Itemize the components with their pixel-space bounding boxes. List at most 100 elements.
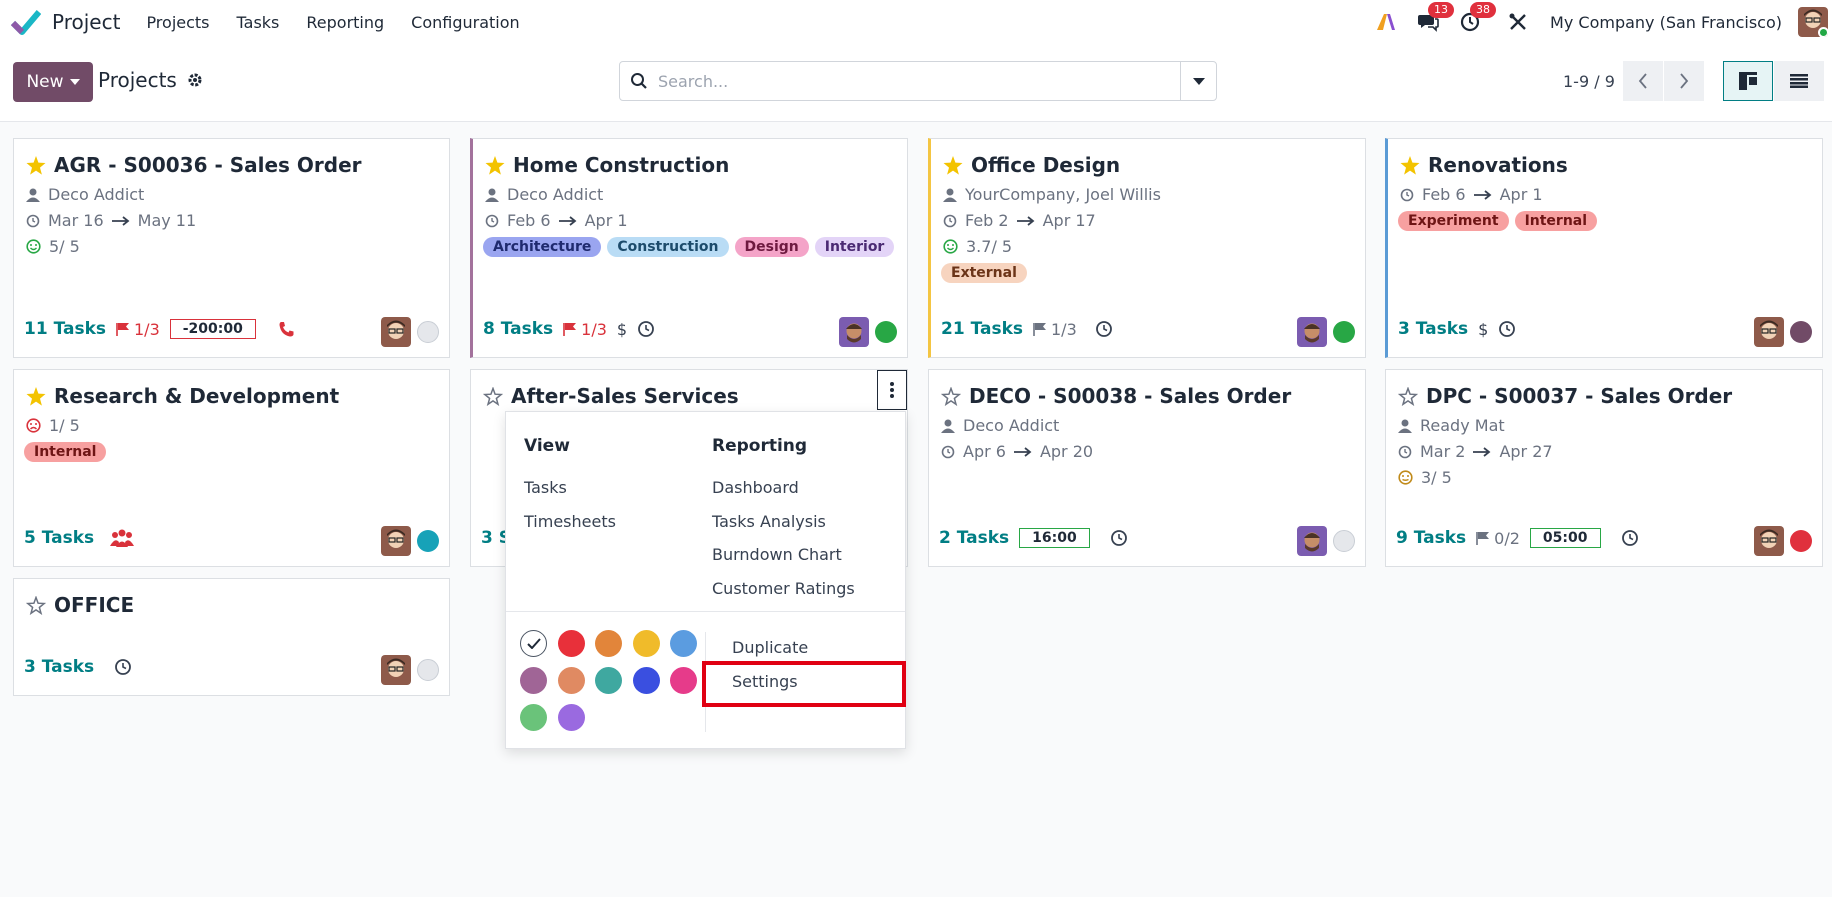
tasks-count-link[interactable]: 8 Tasks [483, 319, 553, 339]
tag-badge: Internal [24, 442, 107, 462]
status-dot-green[interactable] [1333, 321, 1355, 343]
project-card[interactable]: OFFICE 3 Tasks [13, 578, 450, 696]
pager-value[interactable]: 1-9 / 9 [1563, 72, 1615, 91]
color-swatch-none[interactable] [520, 630, 547, 657]
user-avatar[interactable] [381, 526, 411, 556]
status-dot-green[interactable] [875, 321, 897, 343]
star-filled-icon[interactable] [26, 155, 46, 175]
debug-tools-icon[interactable] [1504, 8, 1532, 36]
star-filled-icon[interactable] [485, 155, 505, 175]
duplicate-action[interactable]: Duplicate [732, 638, 808, 657]
list-view-button[interactable] [1774, 61, 1824, 101]
tasks-count-link[interactable]: 11 Tasks [24, 319, 106, 339]
color-swatch-purple[interactable] [520, 667, 547, 694]
status-dot-grey[interactable] [1333, 530, 1355, 552]
star-filled-icon[interactable] [26, 386, 46, 406]
view-timesheets-item[interactable]: Timesheets [524, 512, 616, 531]
clock-icon[interactable] [1621, 529, 1639, 547]
star-outline-icon[interactable] [1398, 386, 1418, 406]
color-swatch-red[interactable] [558, 630, 585, 657]
reporting-tasks-analysis-item[interactable]: Tasks Analysis [712, 512, 826, 531]
card-menu-button[interactable] [877, 370, 907, 410]
menu-tasks[interactable]: Tasks [237, 13, 280, 32]
clock-icon[interactable] [1110, 529, 1128, 547]
clock-icon[interactable] [1095, 320, 1113, 338]
company-switcher[interactable]: My Company (San Francisco) [1550, 13, 1782, 32]
user-avatar[interactable] [381, 655, 411, 685]
app-name[interactable]: Project [52, 10, 120, 34]
arrow-right-icon [111, 215, 130, 226]
users-icon[interactable] [110, 528, 135, 548]
clock-icon[interactable] [637, 320, 655, 338]
user-avatar[interactable] [1297, 317, 1327, 347]
menu-projects[interactable]: Projects [146, 13, 209, 32]
project-card[interactable]: DECO - S00038 - Sales Order Deco Addict … [928, 369, 1366, 567]
control-panel: New Projects 1-9 / 9 [0, 44, 1832, 122]
color-swatch-green[interactable] [520, 704, 547, 731]
star-filled-icon[interactable] [1400, 155, 1420, 175]
user-avatar[interactable] [839, 317, 869, 347]
gear-icon[interactable] [187, 72, 203, 88]
new-button[interactable]: New [13, 62, 93, 102]
frown-icon [26, 418, 41, 433]
search-options-toggle[interactable] [1180, 62, 1216, 100]
color-swatch-raspberry[interactable] [670, 667, 697, 694]
ai-icon[interactable] [1372, 8, 1400, 36]
color-swatch-salmon[interactable] [558, 667, 585, 694]
tasks-count-link[interactable]: 9 Tasks [1396, 528, 1466, 548]
activities-icon[interactable]: 38 [1456, 2, 1497, 36]
project-title: Home Construction [513, 153, 730, 177]
tasks-count-link[interactable]: 2 Tasks [939, 528, 1009, 548]
user-avatar[interactable] [1754, 526, 1784, 556]
status-dot-teal[interactable] [417, 530, 439, 552]
user-avatar[interactable] [1297, 526, 1327, 556]
status-dot-grey[interactable] [417, 321, 439, 343]
reporting-burndown-item[interactable]: Burndown Chart [712, 545, 842, 564]
reporting-customer-ratings-item[interactable]: Customer Ratings [712, 579, 855, 598]
user-avatar[interactable] [1754, 317, 1784, 347]
user-avatar[interactable] [381, 317, 411, 347]
tag-badge: Interior [814, 237, 895, 257]
project-card[interactable]: DPC - S00037 - Sales Order Ready Mat Mar… [1385, 369, 1823, 567]
project-card[interactable]: Home Construction Deco Addict Feb 6 Apr … [470, 138, 908, 358]
project-card[interactable]: Renovations Feb 6 Apr 1 Experiment Inter… [1385, 138, 1823, 358]
search-input[interactable] [658, 71, 1180, 91]
status-dot-grey[interactable] [417, 659, 439, 681]
date-start: Feb 2 [965, 211, 1009, 230]
messages-icon[interactable]: 13 [1414, 2, 1455, 36]
color-swatch-violet[interactable] [558, 704, 585, 731]
tasks-count-link[interactable]: 3 Tasks [24, 657, 94, 677]
project-card[interactable]: Office Design YourCompany, Joel Willis F… [928, 138, 1366, 358]
color-swatch-cyan[interactable] [670, 630, 697, 657]
star-outline-icon[interactable] [26, 595, 46, 615]
star-filled-icon[interactable] [943, 155, 963, 175]
color-swatch-yellow[interactable] [633, 630, 660, 657]
menu-reporting[interactable]: Reporting [306, 13, 384, 32]
view-tasks-item[interactable]: Tasks [524, 478, 567, 497]
reporting-dashboard-item[interactable]: Dashboard [712, 478, 799, 497]
status-dot-red[interactable] [1790, 530, 1812, 552]
color-swatch-teal[interactable] [595, 667, 622, 694]
color-swatch-blue[interactable] [633, 667, 660, 694]
project-card[interactable]: Research & Development 1/ 5 Internal 5 T… [13, 369, 450, 567]
user-avatar[interactable] [1798, 7, 1828, 37]
star-outline-icon[interactable] [483, 386, 503, 406]
rating-value: 3.7/ 5 [966, 237, 1013, 256]
tasks-count-link[interactable]: 3 Tasks [1398, 319, 1468, 339]
tag-badge: Architecture [483, 237, 602, 257]
star-outline-icon[interactable] [941, 386, 961, 406]
kanban-view-button[interactable] [1723, 61, 1773, 101]
clock-icon[interactable] [1498, 320, 1516, 338]
clock-icon[interactable] [114, 658, 132, 676]
project-app-icon[interactable] [10, 6, 42, 38]
status-dot-purple[interactable] [1790, 321, 1812, 343]
phone-icon[interactable] [278, 321, 295, 338]
menu-configuration[interactable]: Configuration [411, 13, 520, 32]
clock-icon [1398, 445, 1412, 458]
color-swatch-orange[interactable] [595, 630, 622, 657]
pager-previous-button[interactable] [1623, 61, 1663, 101]
pager-next-button[interactable] [1664, 61, 1704, 101]
tasks-count-link[interactable]: 5 Tasks [24, 528, 94, 548]
project-card[interactable]: AGR - S00036 - Sales Order Deco Addict M… [13, 138, 450, 358]
tasks-count-link[interactable]: 21 Tasks [941, 319, 1023, 339]
